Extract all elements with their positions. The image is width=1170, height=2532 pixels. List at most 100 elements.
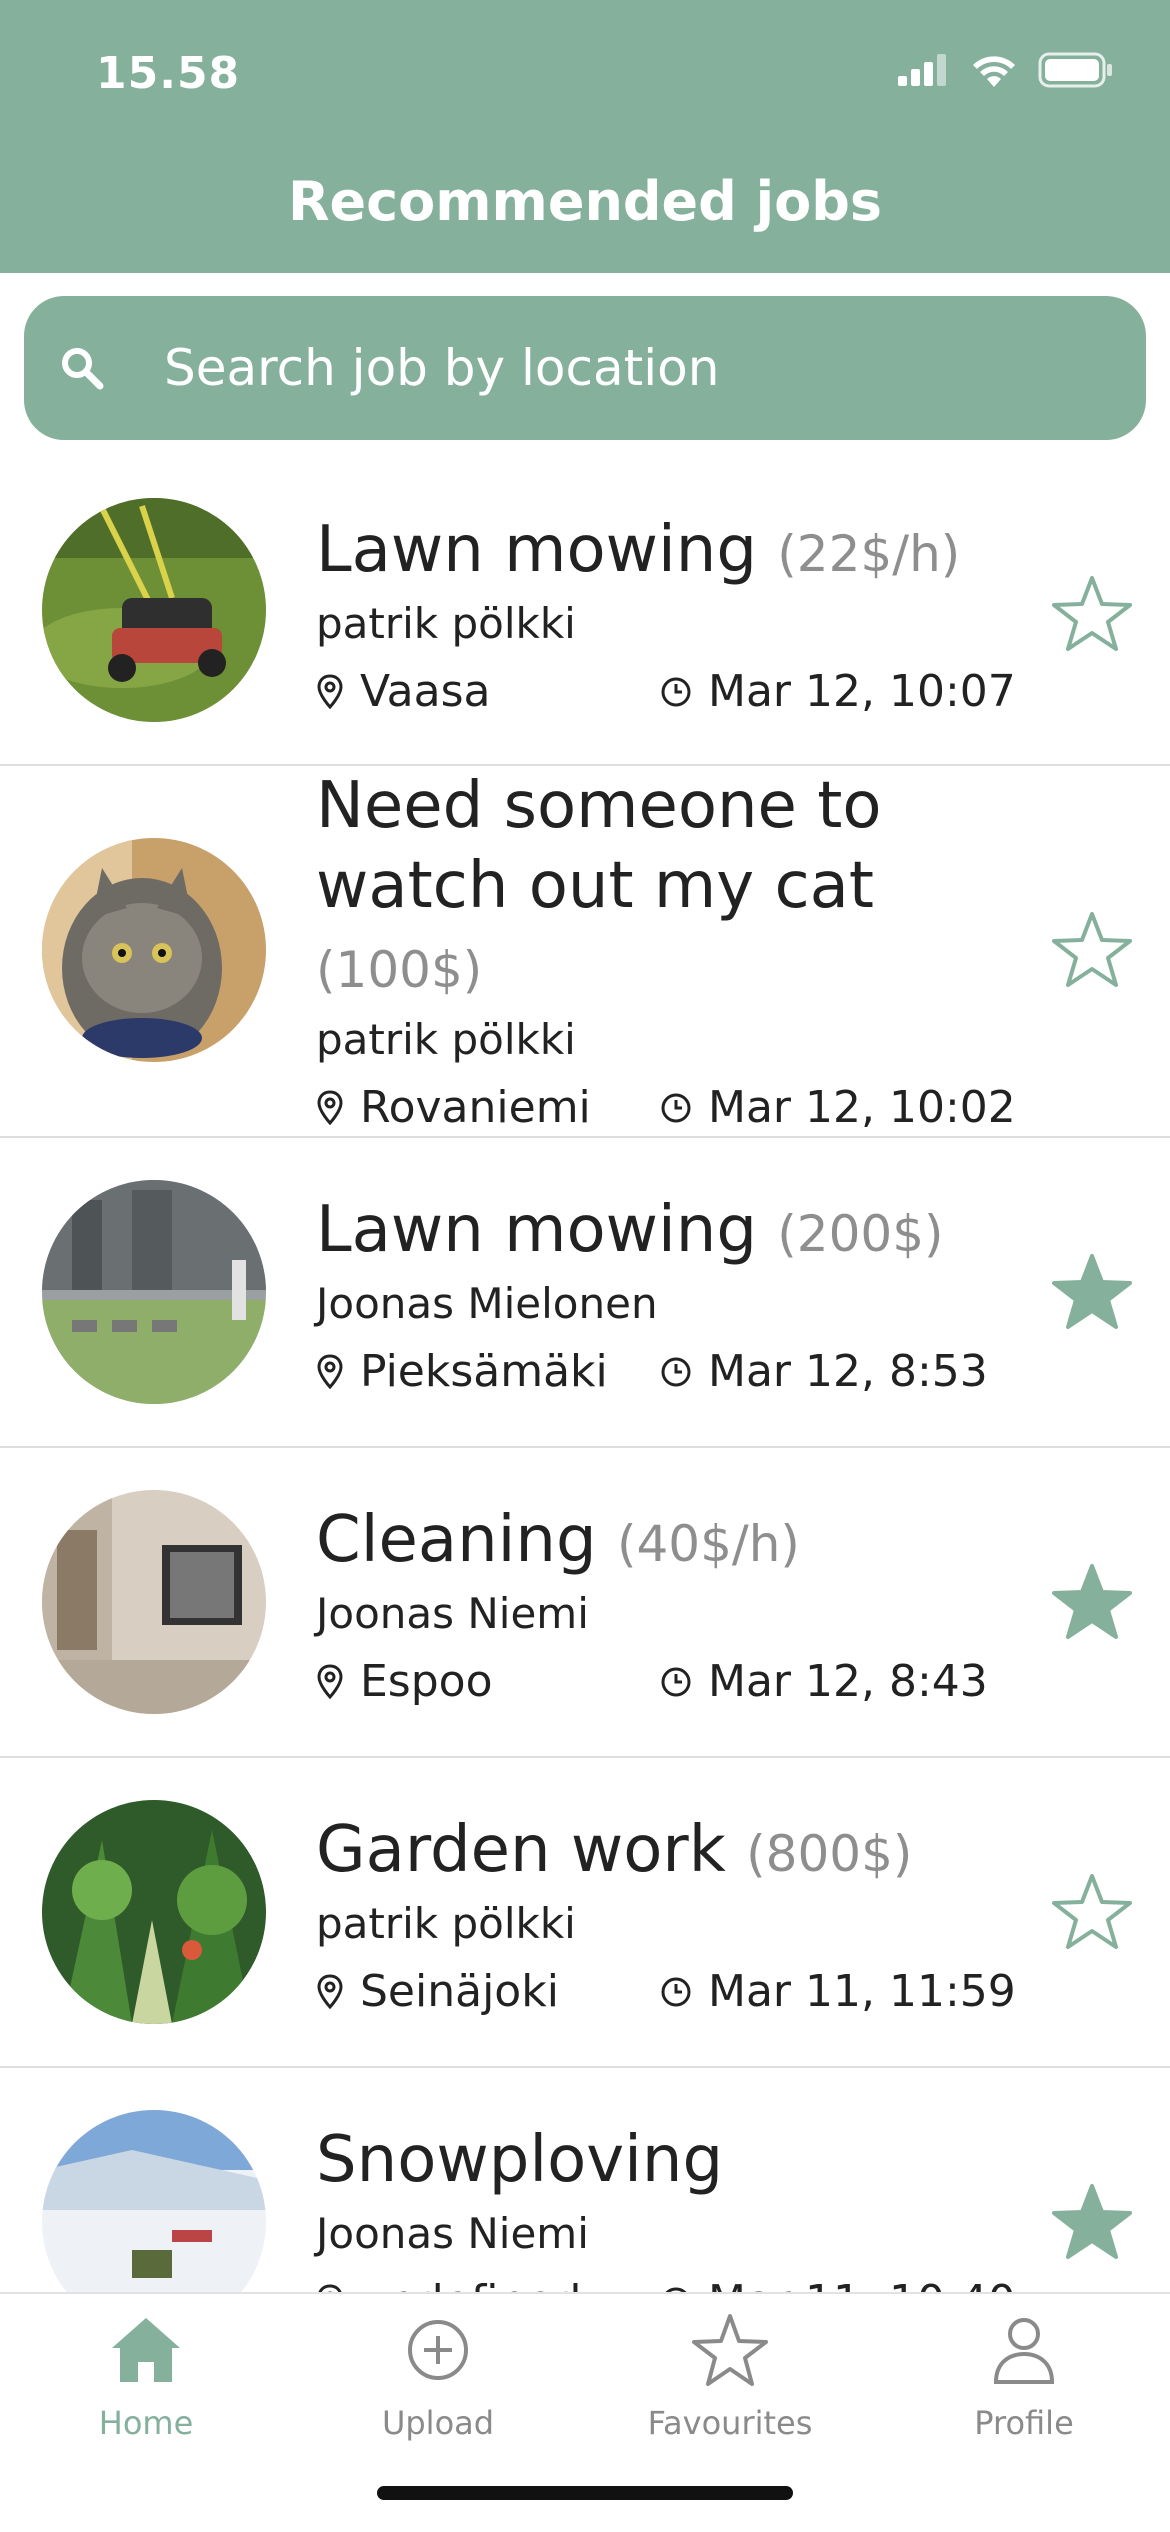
job-meta: Espoo Mar 12, 8:43 [316, 1656, 1016, 1716]
home-icon [112, 2318, 180, 2382]
page-title: Recommended jobs [287, 170, 883, 233]
job-time-text: Mar 12, 8:43 [708, 1656, 988, 1707]
wifi-icon [973, 56, 1015, 87]
job-title: Lawn mowing (22$/h) [316, 510, 1016, 594]
job-author: patrik pölkki [316, 1015, 576, 1064]
location-pin-icon [317, 1353, 343, 1389]
job-meta: Vaasa Mar 12, 10:07 [316, 666, 1016, 726]
signal-icon [898, 54, 946, 86]
job-time-text: Mar 12, 10:02 [708, 1082, 1016, 1133]
favourite-star-icon[interactable] [1050, 1870, 1134, 1954]
job-price: (200$) [777, 1205, 944, 1263]
job-title: Garden work (800$) [316, 1810, 1016, 1894]
job-title: Snowploving [316, 2120, 1016, 2204]
job-price: (40$/h) [616, 1515, 800, 1573]
job-location: Rovaniemi [316, 1082, 591, 1133]
job-card[interactable]: Snowploving Joonas Niemi undefined Mar 1… [0, 2068, 1170, 2292]
snowplow-image [42, 2110, 266, 2292]
lawn-mower-image [42, 498, 266, 722]
job-location-text: undefined [360, 2276, 581, 2292]
job-meta: Pieksämäki Mar 12, 8:53 [316, 1346, 1016, 1406]
job-title: Need someone to watch out my cat (100$) [316, 766, 1016, 1010]
job-time-text: Mar 11, 10:40 [708, 2276, 1016, 2292]
favourite-star-icon[interactable] [1050, 572, 1134, 656]
favourite-star-filled-icon[interactable] [1050, 2180, 1134, 2264]
tab-home[interactable]: Home [26, 2310, 266, 2442]
clock-icon [661, 1357, 691, 1386]
job-meta: undefined Mar 11, 10:40 [316, 2276, 1016, 2292]
home-indicator [377, 2486, 793, 2500]
job-card[interactable]: Lawn mowing (22$/h) patrik pölkki Vaasa … [0, 466, 1170, 766]
garden-image [42, 1800, 266, 2024]
job-title: Cleaning (40$/h) [316, 1500, 1016, 1584]
job-location-text: Vaasa [360, 666, 491, 717]
clock-icon [661, 1093, 691, 1122]
job-meta: Seinäjoki Mar 11, 11:59 [316, 1966, 1016, 2026]
cat-image [42, 838, 266, 1062]
job-title-text: Cleaning [316, 1503, 597, 1577]
job-author: Joonas Niemi [316, 1589, 589, 1638]
room-image [42, 1490, 266, 1714]
job-location: Vaasa [316, 666, 491, 717]
job-title-text: Need someone to watch out my cat [316, 769, 882, 923]
job-title-text: Snowploving [316, 2123, 724, 2197]
job-time: Mar 12, 8:43 [660, 1656, 988, 1707]
job-price: (100$) [316, 941, 483, 999]
clock-icon [661, 677, 691, 706]
tab-label: Profile [974, 2404, 1074, 2442]
search-bar[interactable]: Search job by location [24, 296, 1146, 440]
status-icons [898, 52, 1114, 88]
clock-icon [661, 1977, 691, 2006]
job-time: Mar 12, 10:07 [660, 666, 1016, 717]
tab-label: Upload [381, 2404, 495, 2442]
job-price: (800$) [746, 1825, 913, 1883]
job-title-text: Lawn mowing [316, 513, 757, 587]
tab-upload[interactable]: Upload [318, 2310, 558, 2442]
job-author: Joonas Niemi [316, 2209, 589, 2258]
favourite-star-filled-icon[interactable] [1050, 1560, 1134, 1644]
job-location: Pieksämäki [316, 1346, 608, 1397]
location-pin-icon [317, 1089, 343, 1125]
job-location: Espoo [316, 1656, 493, 1707]
job-time: Mar 12, 8:53 [660, 1346, 988, 1397]
job-location-text: Seinäjoki [360, 1966, 559, 2017]
tab-profile[interactable]: Profile [904, 2310, 1144, 2442]
job-card[interactable]: Lawn mowing (200$) Joonas Mielonen Pieks… [0, 1138, 1170, 1448]
favourite-star-filled-icon[interactable] [1050, 1250, 1134, 1334]
location-pin-icon [318, 2283, 342, 2292]
job-time: Mar 12, 10:02 [660, 1082, 1016, 1133]
star-icon [692, 2314, 768, 2386]
job-title-text: Garden work [316, 1813, 726, 1887]
job-card[interactable]: Cleaning (40$/h) Joonas Niemi Espoo Mar … [0, 1448, 1170, 1758]
job-card[interactable]: Need someone to watch out my cat (100$) … [0, 766, 1170, 1138]
search-icon [52, 338, 112, 398]
job-location: Seinäjoki [316, 1966, 559, 2017]
job-time-text: Mar 12, 8:53 [708, 1346, 988, 1397]
status-time: 15.58 [96, 48, 241, 99]
tab-label: Home [98, 2404, 194, 2442]
search-input[interactable]: Search job by location [164, 339, 719, 397]
job-author: Joonas Mielonen [316, 1279, 658, 1328]
job-meta: Rovaniemi Mar 12, 10:02 [316, 1082, 1016, 1142]
job-list[interactable]: Lawn mowing (22$/h) patrik pölkki Vaasa … [0, 466, 1170, 2292]
location-pin-icon [317, 1973, 343, 2009]
job-card[interactable]: Garden work (800$) patrik pölkki Seinäjo… [0, 1758, 1170, 2068]
app-header: 15.58 Recommended jobs [0, 0, 1170, 273]
battery-icon [1038, 52, 1112, 88]
job-time-text: Mar 11, 11:59 [708, 1966, 1016, 2017]
tab-favourites[interactable]: Favourites [610, 2310, 850, 2442]
job-time: Mar 11, 11:59 [660, 1966, 1016, 2017]
job-location-text: Espoo [360, 1656, 493, 1707]
job-author: patrik pölkki [316, 599, 576, 648]
location-pin-icon [317, 1663, 343, 1699]
clock-icon [661, 1667, 691, 1696]
job-author: patrik pölkki [316, 1899, 576, 1948]
job-title-text: Lawn mowing [316, 1193, 757, 1267]
plus-circle-icon [408, 2320, 468, 2380]
person-icon [993, 2318, 1055, 2384]
job-time: Mar 11, 10:40 [660, 2276, 1016, 2292]
tab-label: Favourites [647, 2404, 813, 2442]
favourite-star-icon[interactable] [1050, 908, 1134, 992]
job-time-text: Mar 12, 10:07 [708, 666, 1016, 717]
job-location-text: Pieksämäki [360, 1346, 608, 1397]
